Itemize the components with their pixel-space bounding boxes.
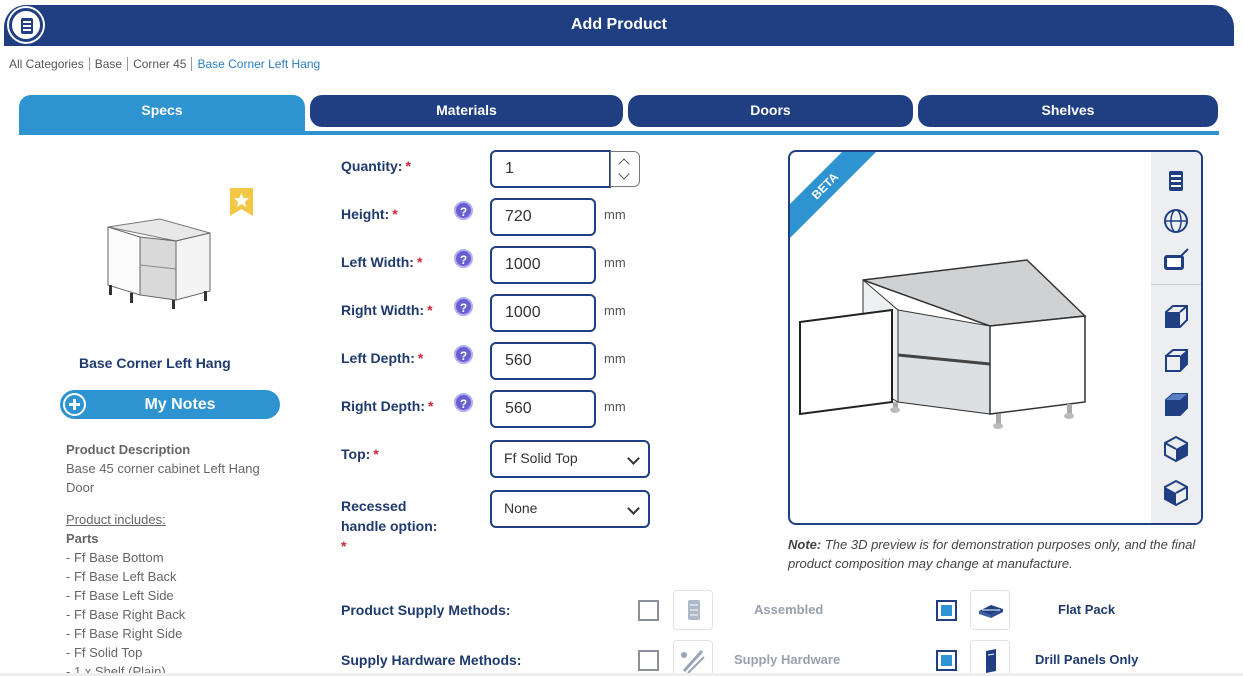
cube-top-view-icon[interactable]	[1161, 390, 1191, 420]
expand-icon[interactable]	[1161, 246, 1191, 276]
includes-heading: Product includes:	[66, 512, 166, 527]
flat-pack-icon	[970, 590, 1010, 630]
top-label: Top: *	[341, 446, 379, 462]
help-icon[interactable]: ?	[454, 297, 473, 316]
product-description: Product Description Base 45 corner cabin…	[66, 440, 266, 676]
height-unit: mm	[604, 207, 626, 222]
quantity-input[interactable]: 1	[490, 150, 611, 188]
hardware-tools-icon	[673, 640, 713, 676]
breadcrumb-corner-45[interactable]: Corner 45	[128, 57, 193, 71]
help-icon[interactable]: ?	[454, 393, 473, 412]
right-width-input[interactable]: 1000	[490, 294, 596, 332]
list-item: - Ff Base Left Back	[66, 569, 177, 584]
view-toolbar	[1151, 152, 1201, 523]
tab-bar: Specs Materials Doors Shelves	[19, 95, 1219, 135]
toolbar-divider	[1151, 284, 1201, 285]
supply-hardware-label: Supply Hardware	[734, 652, 841, 667]
breadcrumb-base[interactable]: Base	[90, 57, 129, 71]
cube-iso-alt-view-icon[interactable]	[1161, 478, 1191, 508]
plus-circle-icon	[63, 393, 86, 416]
help-icon[interactable]: ?	[454, 249, 473, 268]
product-name: Base Corner Left Hang	[79, 355, 231, 371]
description-text: Base 45 corner cabinet Left Hang Door	[66, 461, 260, 495]
tab-doors[interactable]: Doors	[628, 95, 913, 127]
breadcrumb: All Categories Base Corner 45 Base Corne…	[9, 57, 325, 71]
height-input[interactable]: 720	[490, 198, 596, 236]
drill-panel-icon	[970, 640, 1010, 676]
beta-badge: BETA	[790, 152, 887, 248]
drill-panels-label: Drill Panels Only	[1035, 652, 1139, 667]
recessed-handle-select[interactable]: None	[490, 490, 650, 528]
cube-front-view-icon[interactable]	[1161, 302, 1191, 332]
cabinet-3d-model[interactable]	[795, 252, 1095, 437]
right-depth-unit: mm	[604, 399, 626, 414]
preview-note: Note: The 3D preview is for demonstratio…	[788, 537, 1196, 571]
chevron-down-icon[interactable]	[618, 168, 630, 180]
breadcrumb-all-categories[interactable]: All Categories	[9, 57, 90, 71]
cube-side-view-icon[interactable]	[1161, 346, 1191, 376]
right-width-label: Right Width: *	[341, 302, 433, 318]
header-bar: Add Product	[4, 5, 1234, 46]
left-depth-input[interactable]: 560	[490, 342, 596, 380]
cabinet-view-icon[interactable]	[1161, 166, 1191, 196]
list-item: - Ff Solid Top	[66, 645, 143, 660]
tab-materials[interactable]: Materials	[310, 95, 623, 127]
tab-underline	[19, 131, 1219, 135]
supply-hardware-checkbox[interactable]	[638, 650, 659, 671]
list-item: - Ff Base Bottom	[66, 550, 164, 565]
favorite-star-icon[interactable]	[230, 188, 253, 216]
product-supply-label: Product Supply Methods:	[341, 602, 511, 618]
quantity-label: Quantity: *	[341, 158, 411, 174]
left-depth-unit: mm	[604, 351, 626, 366]
breadcrumb-current: Base Corner Left Hang	[197, 57, 321, 71]
left-width-unit: mm	[604, 255, 626, 270]
quantity-stepper[interactable]	[610, 151, 640, 187]
height-label: Height: *	[341, 206, 398, 222]
left-depth-label: Left Depth: *	[341, 350, 424, 366]
chevron-down-icon	[627, 452, 640, 465]
chevron-down-icon	[627, 502, 640, 515]
recessed-handle-label: Recessed handle option: *	[341, 498, 438, 554]
list-item: - Ff Base Right Back	[66, 607, 186, 622]
left-width-input[interactable]: 1000	[490, 246, 596, 284]
list-item: - Ff Base Left Side	[66, 588, 174, 603]
flat-pack-checkbox[interactable]	[936, 600, 957, 621]
left-width-label: Left Width: *	[341, 254, 423, 270]
hardware-supply-label: Supply Hardware Methods:	[341, 652, 522, 668]
tab-shelves[interactable]: Shelves	[918, 95, 1218, 127]
right-depth-label: Right Depth: *	[341, 398, 434, 414]
assembled-cabinet-icon	[673, 590, 713, 630]
my-notes-label: My Notes	[144, 396, 216, 413]
assembled-label: Assembled	[754, 602, 824, 617]
flat-pack-label: Flat Pack	[1058, 602, 1116, 617]
globe-icon[interactable]	[1161, 206, 1191, 236]
description-heading: Product Description	[66, 442, 191, 457]
my-notes-button[interactable]: My Notes	[60, 390, 280, 419]
tab-specs[interactable]: Specs	[19, 95, 305, 133]
help-icon[interactable]: ?	[454, 201, 473, 220]
page-title: Add Product	[571, 16, 667, 33]
3d-preview[interactable]: BETA	[788, 150, 1203, 525]
drill-panels-checkbox[interactable]	[936, 650, 957, 671]
assembled-checkbox[interactable]	[638, 600, 659, 621]
top-select[interactable]: Ff Solid Top	[490, 440, 650, 478]
right-depth-input[interactable]: 560	[490, 390, 596, 428]
list-item: - Ff Base Right Side	[66, 626, 183, 641]
cube-iso-view-icon[interactable]	[1161, 434, 1191, 464]
product-thumbnail	[100, 215, 215, 310]
parts-heading: Parts	[66, 531, 99, 546]
right-width-unit: mm	[604, 303, 626, 318]
help-icon[interactable]: ?	[454, 345, 473, 364]
